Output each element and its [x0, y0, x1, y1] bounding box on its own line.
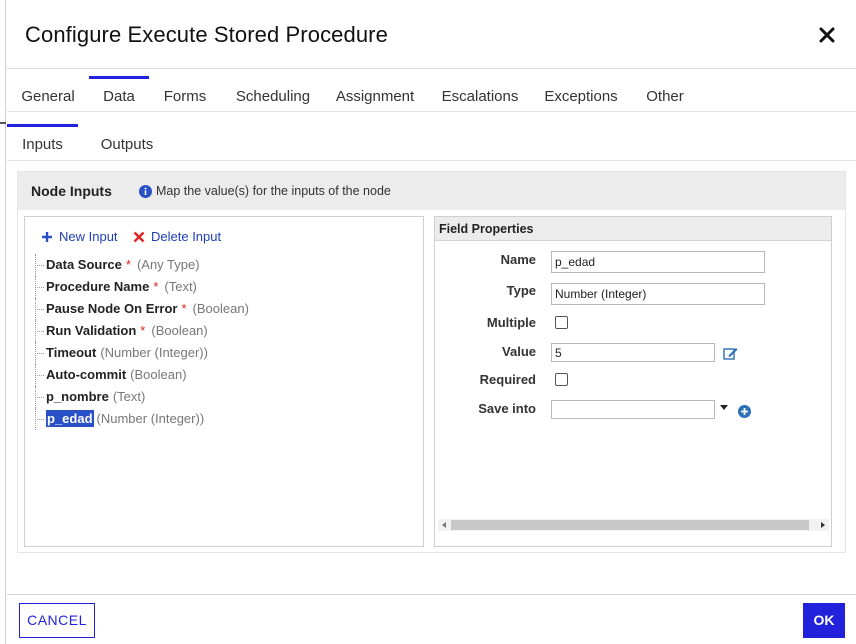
type-label: Type: [506, 283, 536, 298]
field-properties-panel: Field Properties Name Type Multiple Valu…: [434, 216, 832, 547]
required-marker: *: [181, 301, 187, 316]
data-subtabs: Inputs Outputs: [7, 124, 856, 161]
edit-icon[interactable]: [723, 346, 738, 361]
input-item-timeout[interactable]: Timeout (Number (Integer)): [35, 342, 415, 364]
background-window-marker: [0, 122, 6, 124]
subtab-outputs[interactable]: Outputs: [91, 124, 163, 161]
delete-x-icon: [133, 231, 145, 243]
new-input-button[interactable]: New Input: [41, 229, 118, 244]
input-type: (Boolean): [130, 367, 187, 382]
horizontal-scrollbar[interactable]: [438, 519, 829, 531]
tab-forms[interactable]: Forms: [155, 76, 215, 112]
node-inputs-header: Node Inputs Map the value(s) for the inp…: [18, 172, 845, 210]
scroll-right-icon[interactable]: [819, 521, 827, 529]
input-type: (Text): [164, 279, 197, 294]
delete-input-label: Delete Input: [151, 229, 222, 244]
input-type: (Boolean): [151, 323, 208, 338]
main-tabs: General Data Forms Scheduling Assignment…: [7, 76, 856, 112]
configure-dialog: Configure Execute Stored Procedure Gener…: [7, 0, 856, 644]
tab-scheduling[interactable]: Scheduling: [227, 76, 319, 112]
dialog-title: Configure Execute Stored Procedure: [25, 22, 388, 47]
required-marker: *: [140, 323, 146, 338]
subtab-inputs[interactable]: Inputs: [7, 124, 78, 161]
chevron-down-icon[interactable]: [719, 404, 729, 412]
inputs-tree: New Input Delete Input Data Source * (Any …: [24, 216, 424, 547]
type-field[interactable]: [551, 283, 765, 305]
required-checkbox[interactable]: [555, 373, 568, 386]
input-item-run-validation[interactable]: Run Validation * (Boolean): [35, 320, 415, 342]
value-label: Value: [502, 344, 536, 359]
required-marker: *: [125, 257, 131, 272]
input-type: (Number (Integer)): [100, 345, 208, 360]
name-label: Name: [500, 252, 536, 267]
delete-input-button[interactable]: Delete Input: [133, 229, 221, 244]
node-inputs-title: Node Inputs: [31, 183, 112, 199]
tab-other[interactable]: Other: [637, 76, 693, 112]
tab-escalations[interactable]: Escalations: [434, 76, 526, 112]
tab-data[interactable]: Data: [89, 76, 149, 112]
input-item-procedure-name[interactable]: Procedure Name * (Text): [35, 276, 415, 298]
node-inputs-info: Map the value(s) for the inputs of the n…: [156, 184, 391, 198]
close-icon[interactable]: [818, 26, 836, 44]
save-into-field[interactable]: [551, 400, 715, 419]
background-window-edge: [0, 0, 6, 644]
tab-assignment[interactable]: Assignment: [329, 76, 421, 112]
value-field[interactable]: [551, 343, 715, 362]
node-inputs-panel: Node Inputs Map the value(s) for the inp…: [17, 171, 846, 553]
input-type: (Number (Integer)): [96, 411, 205, 426]
input-item-data-source[interactable]: Data Source * (Any Type): [35, 254, 415, 276]
ok-button[interactable]: OK: [803, 603, 845, 638]
add-circle-icon[interactable]: [738, 405, 751, 418]
input-type: (Text): [112, 389, 146, 404]
input-item-auto-commit[interactable]: Auto-commit (Boolean): [35, 364, 415, 386]
field-properties-title: Field Properties: [439, 222, 534, 236]
scrollbar-thumb[interactable]: [451, 520, 809, 530]
tab-exceptions[interactable]: Exceptions: [537, 76, 625, 112]
cancel-button[interactable]: CANCEL: [19, 603, 95, 638]
required-label: Required: [479, 372, 536, 387]
multiple-label: Multiple: [486, 315, 536, 330]
input-list: Data Source * (Any Type) Procedure Name * (T…: [35, 254, 415, 430]
tab-general[interactable]: General: [12, 76, 84, 112]
input-type: (Any Type): [136, 257, 200, 272]
scroll-left-icon[interactable]: [440, 521, 448, 529]
multiple-checkbox[interactable]: [555, 316, 568, 329]
input-item-pause-node-on-error[interactable]: Pause Node On Error * (Boolean): [35, 298, 415, 320]
dialog-header: Configure Execute Stored Procedure: [7, 0, 856, 69]
field-properties-header: Field Properties: [435, 217, 831, 241]
new-input-label: New Input: [59, 229, 118, 244]
dialog-footer: CANCEL OK: [7, 594, 856, 644]
required-marker: *: [153, 279, 159, 294]
info-icon: [139, 185, 152, 198]
name-field[interactable]: [551, 251, 765, 273]
input-item-p-nombre[interactable]: p_nombre (Text): [35, 386, 415, 408]
input-item-p-edad[interactable]: p_edad (Number (Integer)): [35, 408, 415, 430]
save-into-label: Save into: [478, 401, 536, 416]
input-type: (Boolean): [192, 301, 249, 316]
plus-icon: [42, 232, 52, 242]
